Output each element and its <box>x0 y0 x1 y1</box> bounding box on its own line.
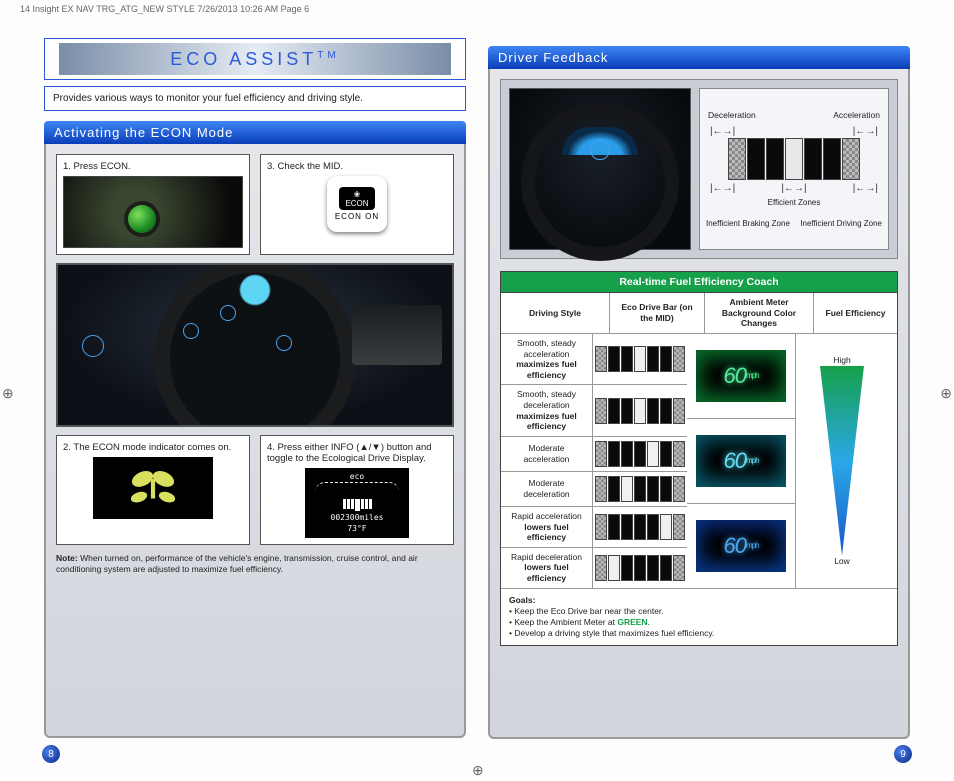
callout-circle-icon <box>590 140 610 160</box>
efficiency-triangle-icon <box>820 366 864 556</box>
mid-econ-on-icon: ❀ECON ECON ON <box>327 176 387 232</box>
step-2: 2. The ECON mode indicator comes on. <box>56 435 250 545</box>
callout-circle-1-icon <box>82 335 104 357</box>
step-1-text: 1. Press ECON. <box>63 161 243 172</box>
zone-bar-icon <box>704 137 884 181</box>
drive-bar-icon <box>595 398 685 424</box>
center-console-icon <box>352 305 442 365</box>
callout-circle-4-icon <box>276 335 292 351</box>
step-2-text: 2. The ECON mode indicator comes on. <box>63 442 243 453</box>
drive-bar-icon <box>595 555 685 581</box>
col-eco-drive-bar: Eco Drive Bar (on the MID) <box>610 293 705 333</box>
efficient-zones-label: Efficient Zones <box>704 198 884 207</box>
feedback-dash-photo <box>509 88 691 250</box>
crop-mark-bottom-icon: ⊕ <box>472 762 484 779</box>
page-number-left: 8 <box>42 745 60 763</box>
drive-bar-icon <box>595 514 685 540</box>
eff-low-label: Low <box>834 556 850 567</box>
col-ambient-meter: Ambient Meter Background Color Changes <box>705 293 814 333</box>
coach-table-title: Real-time Fuel Efficiency Coach <box>501 272 897 293</box>
wheel-icon <box>521 103 679 261</box>
page-number-right: 9 <box>894 745 912 763</box>
econ-button-icon <box>128 205 156 233</box>
accel-label: Acceleration <box>833 110 880 120</box>
col-fuel-eff: Fuel Efficiency <box>814 293 897 333</box>
econ-indicator-plant-icon <box>93 457 213 519</box>
crop-mark-left-icon: ⊕ <box>2 385 14 402</box>
section-heading-feedback: Driver Feedback <box>488 46 910 69</box>
callout-circle-2-icon <box>183 323 199 339</box>
step-4: 4. Press either INFO (▲/▼) button and to… <box>260 435 454 545</box>
step-3: 3. Check the MID. ❀ECON ECON ON <box>260 154 454 255</box>
right-page: Driver Feedback Deceleration Acceleratio… <box>484 18 914 738</box>
step-4-text: 4. Press either INFO (▲/▼) button and to… <box>267 442 447 464</box>
crop-mark-right-icon: ⊕ <box>940 385 952 402</box>
decel-label: Deceleration <box>708 110 756 120</box>
eff-high-label: High <box>833 355 850 366</box>
coach-table-header: Driving Style Eco Drive Bar (on the MID)… <box>501 293 897 334</box>
coach-table: Real-time Fuel Efficiency Coach Driving … <box>500 271 898 646</box>
fuel-efficiency-gauge: High Low <box>787 334 897 588</box>
drive-bar-icon <box>595 476 685 502</box>
drive-bar-icon <box>595 441 685 467</box>
feedback-panel: Deceleration Acceleration |←→||←→| |←→||… <box>488 69 910 739</box>
feedback-illustration: Deceleration Acceleration |←→||←→| |←→||… <box>500 79 898 259</box>
zones-diagram: Deceleration Acceleration |←→||←→| |←→||… <box>699 88 889 250</box>
steering-wheel-icon <box>154 263 356 427</box>
dashboard-photo <box>56 263 454 427</box>
step-3-text: 3. Check the MID. <box>267 161 447 172</box>
table-row: Smooth, steady accelerationmaximizes fue… <box>501 334 687 386</box>
econ-note: Note: When turned on, performance of the… <box>56 553 454 575</box>
ineff-brake-label: Inefficient Braking Zone <box>706 219 790 228</box>
ambient-meter-teal-icon: 60mph <box>696 435 786 487</box>
table-row: Moderate acceleration <box>501 437 687 472</box>
eco-drive-display-icon: eco 002300miles 73°F <box>305 468 409 538</box>
ambient-meter-blue-icon: 60mph <box>696 520 786 572</box>
callout-circle-3-icon <box>220 305 236 321</box>
ambient-meter-green-icon: 60mph <box>696 350 786 402</box>
step-1: 1. Press ECON. <box>56 154 250 255</box>
left-page: ECO ASSISTTM Provides various ways to mo… <box>40 18 470 738</box>
econ-panel: 1. Press ECON. 3. Check the MID. ❀ECON E… <box>44 144 466 738</box>
table-row: Rapid accelerationlowers fuel efficiency <box>501 507 687 548</box>
ineff-drive-label: Inefficient Driving Zone <box>800 219 882 228</box>
table-row: Smooth, steady decelerationmaximizes fue… <box>501 385 687 437</box>
econ-button-photo <box>63 176 243 248</box>
table-row: Moderate deceleration <box>501 472 687 507</box>
drive-bar-icon <box>595 346 685 372</box>
eco-assist-title: ECO ASSISTTM <box>170 49 340 70</box>
table-row: Rapid decelerationlowers fuel efficiency <box>501 548 687 588</box>
eco-assist-title-frame: ECO ASSISTTM <box>44 38 466 80</box>
goals-box: Goals: • Keep the Eco Drive bar near the… <box>501 588 897 645</box>
col-driving-style: Driving Style <box>501 293 610 333</box>
section-heading-econ: Activating the ECON Mode <box>44 121 466 144</box>
page-header: 14 Insight EX NAV TRG_ATG_NEW STYLE 7/26… <box>0 0 954 18</box>
intro-text: Provides various ways to monitor your fu… <box>44 86 466 111</box>
